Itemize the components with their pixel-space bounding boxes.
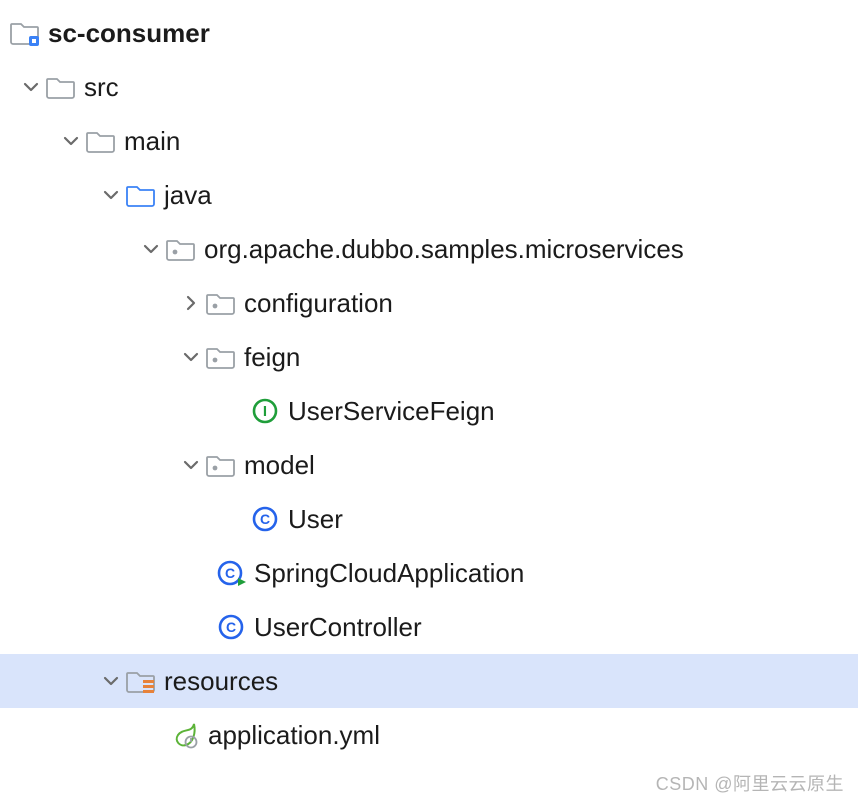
tree-label: UserController <box>254 612 422 643</box>
folder-icon <box>86 126 116 156</box>
tree-label: java <box>164 180 212 211</box>
chevron-down-icon[interactable] <box>96 186 126 204</box>
class-icon: C <box>250 504 280 534</box>
tree-row[interactable]: configuration <box>0 276 858 330</box>
tree-row[interactable]: model <box>0 438 858 492</box>
tree-label: src <box>84 72 119 103</box>
tree-row[interactable]: feign <box>0 330 858 384</box>
watermark: CSDN @阿里云云原生 <box>656 770 844 796</box>
tree-label: configuration <box>244 288 393 319</box>
tree-label: SpringCloudApplication <box>254 558 524 589</box>
svg-text:I: I <box>263 403 267 420</box>
tree-row[interactable]: java <box>0 168 858 222</box>
tree-row[interactable]: I UserServiceFeign <box>0 384 858 438</box>
tree-row-root[interactable]: sc-consumer <box>0 6 858 60</box>
tree-label: org.apache.dubbo.samples.microservices <box>204 234 684 265</box>
svg-text:C: C <box>226 619 236 635</box>
chevron-right-icon[interactable] <box>176 294 206 312</box>
tree-label: User <box>288 504 343 535</box>
folder-icon <box>46 72 76 102</box>
chevron-down-icon[interactable] <box>176 348 206 366</box>
project-tree: sc-consumer src main java <box>0 0 858 762</box>
tree-row[interactable]: C SpringCloudApplication <box>0 546 858 600</box>
chevron-down-icon[interactable] <box>16 78 46 96</box>
tree-row[interactable]: application.yml <box>0 708 858 762</box>
module-folder-icon <box>10 18 40 48</box>
tree-label: sc-consumer <box>48 18 210 49</box>
spring-config-icon <box>170 720 200 750</box>
tree-label: main <box>124 126 180 157</box>
runnable-class-icon: C <box>216 558 246 588</box>
tree-label: UserServiceFeign <box>288 396 495 427</box>
tree-row-selected[interactable]: resources <box>0 654 858 708</box>
tree-row[interactable]: C User <box>0 492 858 546</box>
svg-text:C: C <box>225 565 235 581</box>
source-folder-icon <box>126 180 156 210</box>
chevron-down-icon[interactable] <box>136 240 166 258</box>
tree-row[interactable]: src <box>0 60 858 114</box>
tree-row[interactable]: org.apache.dubbo.samples.microservices <box>0 222 858 276</box>
interface-icon: I <box>250 396 280 426</box>
tree-label: application.yml <box>208 720 380 751</box>
package-icon <box>206 342 236 372</box>
tree-row[interactable]: main <box>0 114 858 168</box>
chevron-down-icon[interactable] <box>176 456 206 474</box>
package-icon <box>206 288 236 318</box>
tree-row[interactable]: C UserController <box>0 600 858 654</box>
package-icon <box>206 450 236 480</box>
class-icon: C <box>216 612 246 642</box>
chevron-down-icon[interactable] <box>96 672 126 690</box>
package-icon <box>166 234 196 264</box>
svg-text:C: C <box>260 511 270 527</box>
tree-label: feign <box>244 342 300 373</box>
tree-label: resources <box>164 666 278 697</box>
resources-folder-icon <box>126 666 156 696</box>
tree-label: model <box>244 450 315 481</box>
chevron-down-icon[interactable] <box>56 132 86 150</box>
